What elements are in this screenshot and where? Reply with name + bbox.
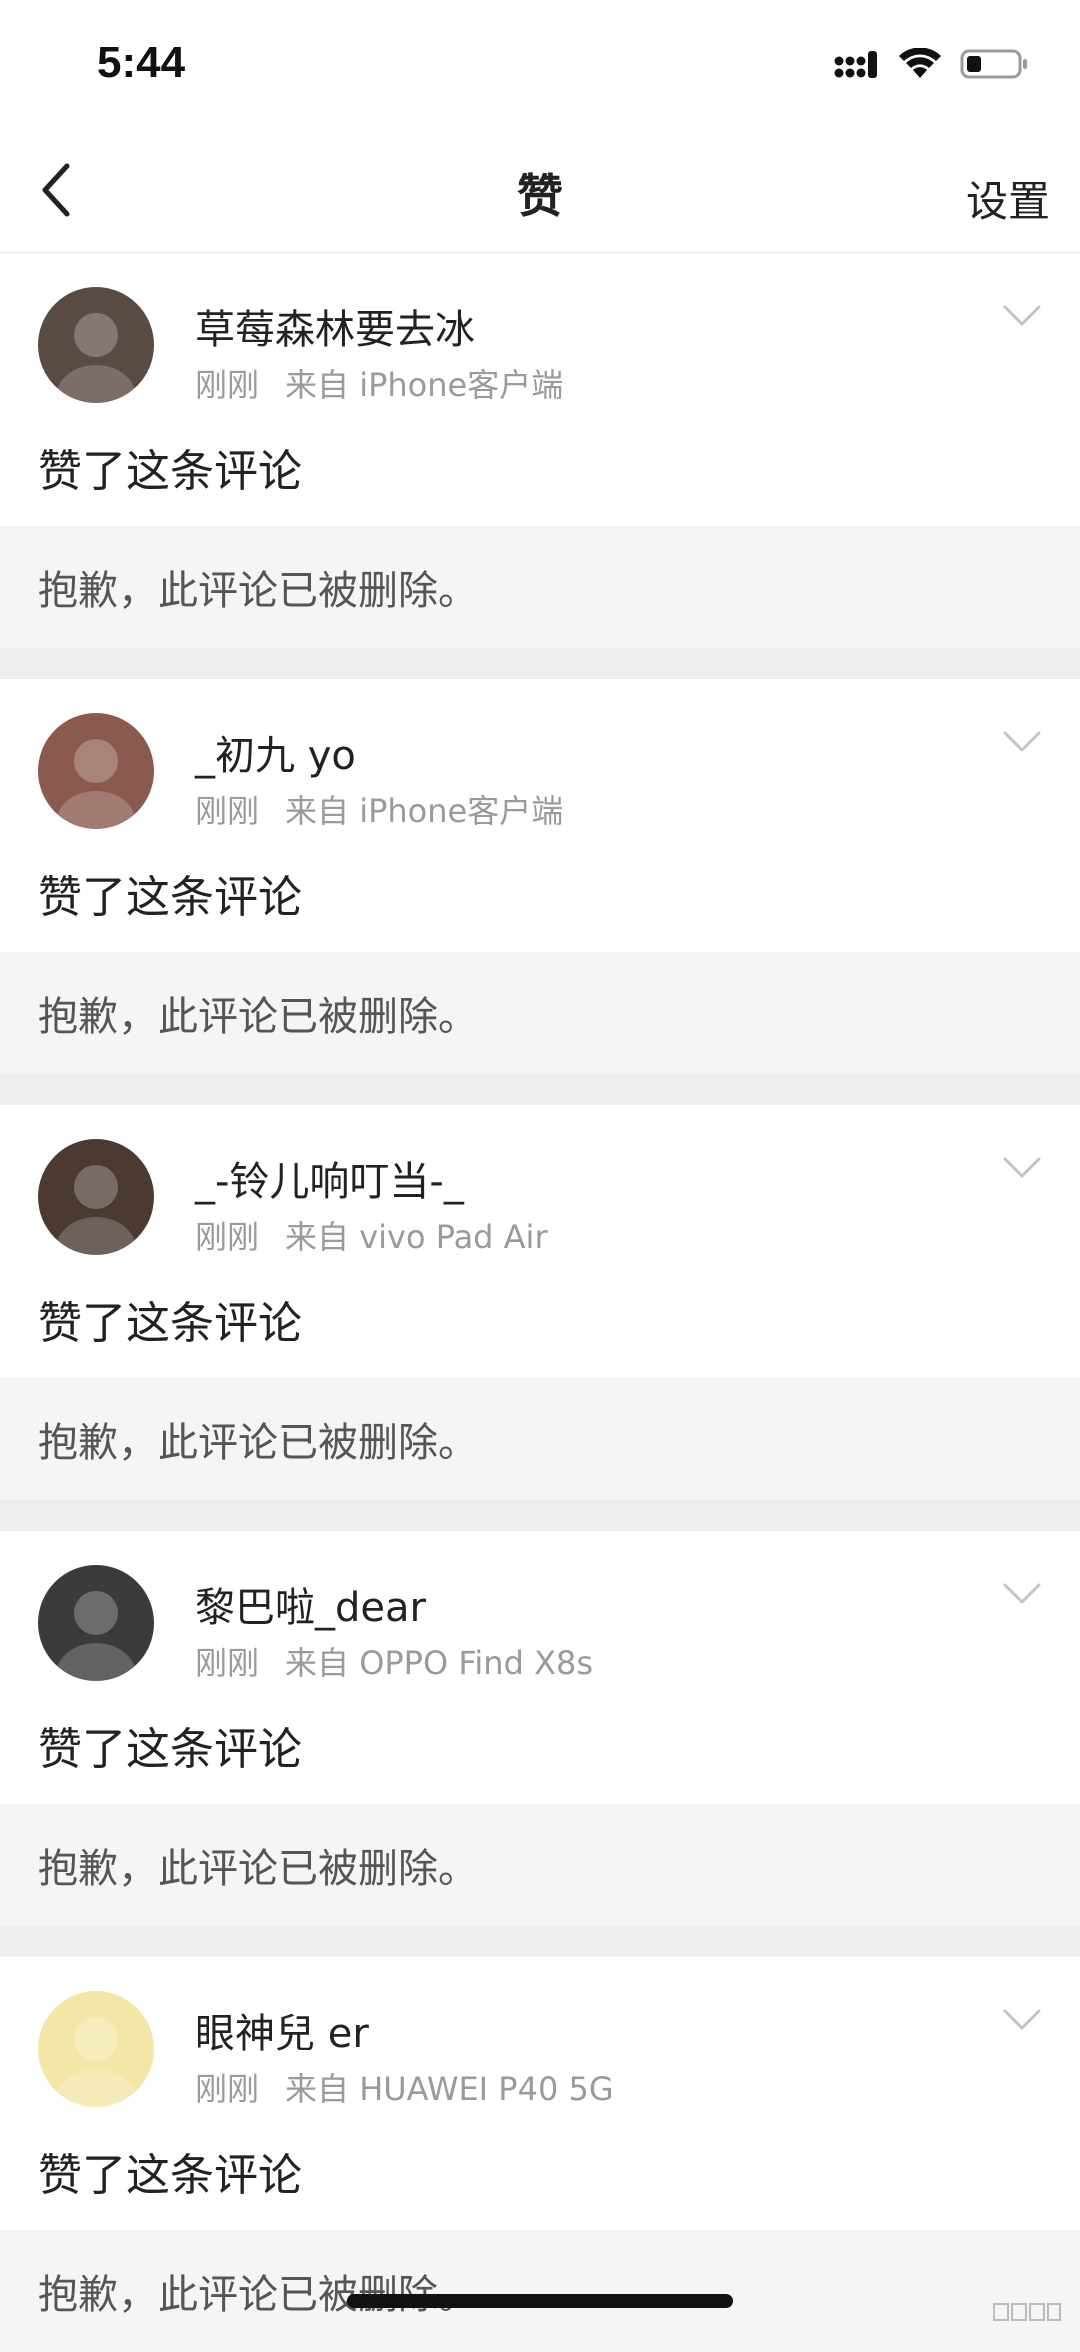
settings-button[interactable]: 设置 [966,168,1050,229]
home-indicator[interactable] [347,2294,733,2308]
list-separator [0,1500,1080,1531]
post-meta: 刚刚 来自 OPPO Find X8s [195,1638,593,1684]
post-time: 刚刚 [195,792,260,830]
quoted-comment-text: 抱歉，此评论已被删除。 [38,1846,478,1892]
username[interactable]: _-铃儿响叮当-_ [195,1149,464,1207]
username[interactable]: 草莓森林要去冰 [195,297,475,355]
post-meta: 刚刚 来自 iPhone客户端 [195,360,563,406]
action-text: 赞了这条评论 [38,1724,302,1775]
post-source: 来自 iPhone客户端 [285,366,564,404]
quoted-comment[interactable]: 抱歉，此评论已被删除。 [0,1804,1080,1926]
list-separator [0,1926,1080,1957]
page-title: 赞 [517,169,563,223]
battery-icon [960,49,1027,79]
chevron-down-icon[interactable] [1002,303,1042,329]
chevron-down-icon[interactable] [1002,729,1042,755]
list-separator [0,1074,1080,1105]
quoted-comment-text: 抱歉，此评论已被删除。 [38,1420,478,1466]
post-time: 刚刚 [195,366,260,404]
post-meta: 刚刚 来自 vivo Pad Air [195,1212,548,1258]
quoted-comment[interactable]: 抱歉，此评论已被删除。 [0,526,1080,648]
signal-icon [834,51,877,78]
avatar[interactable] [38,1139,154,1255]
list-item[interactable]: _-铃儿响叮当-_ 刚刚 来自 vivo Pad Air 赞了这条评论 抱歉，此评… [0,1105,1080,1500]
chevron-down-icon[interactable] [1002,2007,1042,2033]
post-meta: 刚刚 来自 HUAWEI P40 5G [195,2064,614,2110]
list-item[interactable]: 黎巴啦_dear 刚刚 来自 OPPO Find X8s 赞了这条评论 抱歉，此评… [0,1531,1080,1926]
username[interactable]: 黎巴啦_dear [195,1575,426,1633]
avatar[interactable] [38,1565,154,1681]
nav-bar: 赞 设置 [0,130,1080,253]
action-text: 赞了这条评论 [38,872,302,923]
status-bar: 5:44 [0,0,1080,130]
post-meta: 刚刚 来自 iPhone客户端 [195,786,563,832]
action-text: 赞了这条评论 [38,446,302,497]
avatar[interactable] [38,287,154,403]
post-source: 来自 OPPO Find X8s [285,1644,594,1682]
notification-list: 草莓森林要去冰 刚刚 来自 iPhone客户端 赞了这条评论 抱歉，此评论已被删除… [0,253,1080,2352]
username[interactable]: _初九 yo [195,723,356,781]
post-source: 来自 HUAWEI P40 5G [285,2070,614,2108]
post-time: 刚刚 [195,1644,260,1682]
wifi-icon [899,48,941,78]
chevron-down-icon[interactable] [1002,1581,1042,1607]
list-item[interactable]: _初九 yo 刚刚 来自 iPhone客户端 赞了这条评论 抱歉，此评论已被删除。 [0,679,1080,1074]
chevron-down-icon[interactable] [1002,1155,1042,1181]
quoted-comment-text: 抱歉，此评论已被删除。 [38,994,478,1040]
avatar[interactable] [38,713,154,829]
post-source: 来自 vivo Pad Air [285,1218,548,1256]
quoted-comment-text: 抱歉，此评论已被删除。 [38,2272,478,2318]
status-time: 5:44 [97,38,186,87]
quoted-comment[interactable]: 抱歉，此评论已被删除。 [0,1378,1080,1500]
status-icons [834,48,1030,80]
quoted-comment[interactable]: 抱歉，此评论已被删除。 [0,952,1080,1074]
avatar[interactable] [38,1991,154,2107]
list-item[interactable]: 眼神兒 er 刚刚 来自 HUAWEI P40 5G 赞了这条评论 抱歉，此评论已… [0,1957,1080,2352]
list-item[interactable]: 草莓森林要去冰 刚刚 来自 iPhone客户端 赞了这条评论 抱歉，此评论已被删除… [0,253,1080,648]
post-source: 来自 iPhone客户端 [285,792,564,830]
post-time: 刚刚 [195,1218,260,1256]
action-text: 赞了这条评论 [38,1298,302,1349]
list-separator [0,648,1080,679]
post-time: 刚刚 [195,2070,260,2108]
quoted-comment[interactable]: 抱歉，此评论已被删除。 [0,2230,1080,2352]
username[interactable]: 眼神兒 er [195,2001,369,2059]
quoted-comment-text: 抱歉，此评论已被删除。 [38,568,478,614]
watermark-icon [993,2303,1061,2321]
action-text: 赞了这条评论 [38,2150,302,2201]
